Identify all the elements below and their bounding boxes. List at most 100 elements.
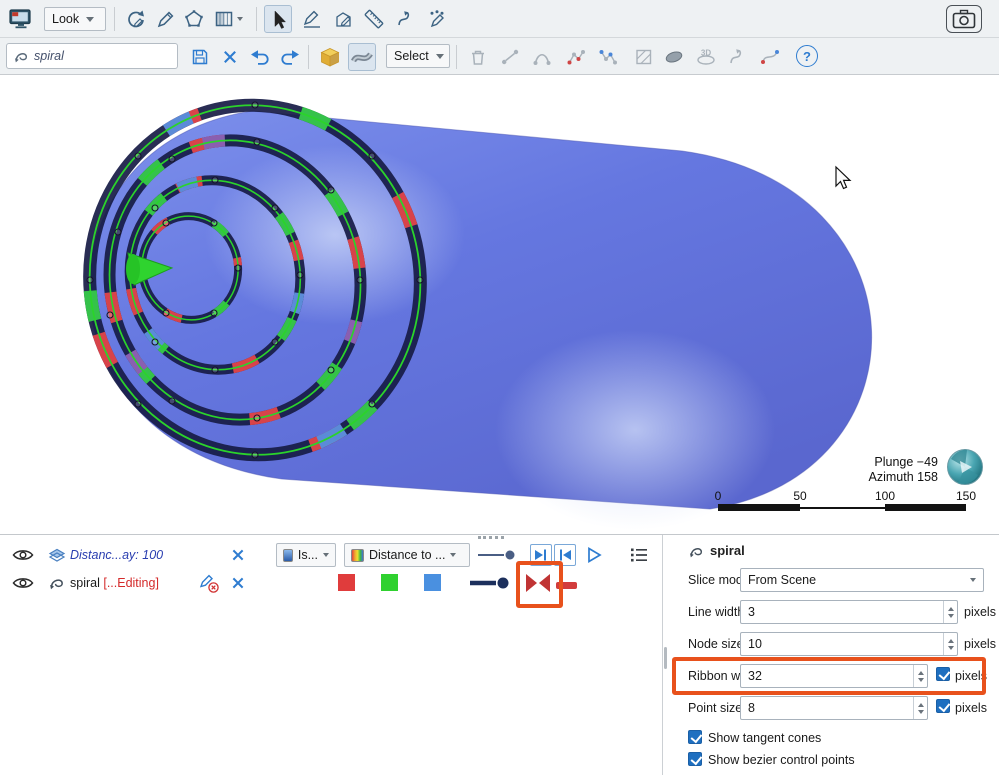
undo-arrow-icon <box>249 47 271 67</box>
pen-icon <box>156 9 176 29</box>
curve-tool-button[interactable] <box>392 5 420 33</box>
delete-node-button[interactable] <box>464 43 492 71</box>
play-animation-button[interactable] <box>584 545 604 565</box>
pen-polyline-icon <box>302 9 322 29</box>
line-dot-icon <box>476 545 518 565</box>
spinner-buttons[interactable] <box>943 633 957 655</box>
save-button[interactable] <box>186 43 214 71</box>
colour-option-dropdown[interactable]: Distance to ... <box>344 543 470 567</box>
chevron-down-icon <box>450 553 456 557</box>
ribbon-width-spinner[interactable]: 32 <box>740 664 928 688</box>
scene-window-icon[interactable] <box>8 6 34 32</box>
trash-icon <box>468 47 488 67</box>
splitter-grip[interactable] <box>664 647 667 669</box>
ruler-tool-button[interactable] <box>360 5 388 33</box>
visibility-eye-button[interactable] <box>10 572 36 594</box>
colour-swatch-blue[interactable] <box>424 574 441 591</box>
ribbon-width-value: 32 <box>741 665 913 687</box>
stop-editing-pen-button[interactable] <box>198 572 220 594</box>
disk-3d-tool-button[interactable]: 3D <box>692 43 720 71</box>
colour-swatch-red[interactable] <box>338 574 355 591</box>
curve-arrow-icon <box>728 47 748 67</box>
list-table-icon <box>628 545 650 565</box>
eye-icon <box>12 576 34 590</box>
plunge-label: Plunge −49 <box>790 455 938 470</box>
node-size-spinner[interactable]: 10 <box>740 632 958 656</box>
line-width-spinner[interactable]: 3 <box>740 600 958 624</box>
toolbar-separator <box>256 7 257 31</box>
line-style-button[interactable] <box>476 545 518 565</box>
spiral-type-icon <box>48 574 65 591</box>
pen-polygon-icon <box>334 9 354 29</box>
add-nodes-tool-button[interactable] <box>562 43 590 71</box>
remove-from-scene-button[interactable] <box>228 573 248 593</box>
colour-dropdown-value: Distance to ... <box>369 548 445 562</box>
look-dropdown[interactable]: Look <box>44 7 106 31</box>
spinner-buttons[interactable] <box>913 665 927 687</box>
chevron-down-icon <box>237 17 243 21</box>
orientation-ball[interactable] <box>948 450 983 485</box>
curve-points-tool-button[interactable] <box>756 43 784 71</box>
ribbon-mode-toggle-button[interactable] <box>348 43 376 71</box>
scene-list-row-distance[interactable]: Distanc...ay: 100 Is... Distance to ... <box>0 541 662 569</box>
move-nodes-tool-button[interactable] <box>594 43 622 71</box>
scale-tick-0: 0 <box>708 489 728 503</box>
draw-line-tool-button[interactable] <box>152 5 180 33</box>
spinner-buttons[interactable] <box>913 697 927 719</box>
scene-list-row-spiral[interactable]: spiral [...Editing] <box>0 569 662 597</box>
draw-polygon2-tool-button[interactable] <box>330 5 358 33</box>
draw-polygon-tool-button[interactable] <box>180 5 208 33</box>
toolbar-separator <box>114 7 115 31</box>
close-x-icon <box>221 48 239 66</box>
line-style-button[interactable] <box>468 573 512 593</box>
visibility-eye-button[interactable] <box>10 544 36 566</box>
flip-back-button[interactable] <box>554 544 576 566</box>
cube-icon <box>319 46 341 68</box>
undo-button[interactable] <box>246 43 274 71</box>
viewport-3d[interactable]: Plunge −49 Azimuth 158 0 50 100 150 <box>0 75 999 535</box>
slice-mode-dropdown[interactable]: From Scene <box>740 568 984 592</box>
disk-tool-button[interactable] <box>660 43 688 71</box>
close-x-icon <box>230 575 246 591</box>
select-tool-button[interactable] <box>264 5 292 33</box>
orbit-draw-tool-button[interactable] <box>122 5 150 33</box>
spinner-buttons[interactable] <box>943 601 957 623</box>
segment-tool-button[interactable] <box>496 43 524 71</box>
bottom-panel: Distanc...ay: 100 Is... Distance to ... <box>0 535 999 775</box>
polygon-icon <box>184 9 204 29</box>
colour-swatch-green[interactable] <box>381 574 398 591</box>
help-button[interactable]: ? <box>796 45 818 67</box>
show-bezier-points-checkbox[interactable] <box>688 752 702 766</box>
select-mode-dropdown[interactable]: Select <box>386 44 450 68</box>
remove-from-scene-button[interactable] <box>228 545 248 565</box>
object-name-input-wrap[interactable] <box>6 43 178 69</box>
slice-mode-tool-button[interactable] <box>208 5 248 33</box>
ribbon-pixels-checkbox[interactable] <box>936 667 950 681</box>
iso-value-dropdown[interactable]: Is... <box>276 543 336 567</box>
3d-box-mode-button[interactable] <box>316 43 344 71</box>
curve-direction-tool-button[interactable] <box>724 43 752 71</box>
table-view-button[interactable] <box>628 545 650 565</box>
hatch-region-tool-button[interactable] <box>630 43 658 71</box>
object-name-input[interactable] <box>34 49 164 63</box>
redo-button[interactable] <box>276 43 304 71</box>
cursor-arrow-icon <box>268 9 288 29</box>
flip-forward-button[interactable] <box>530 544 552 566</box>
discard-button[interactable] <box>216 43 244 71</box>
node-size-unit: pixels <box>964 637 996 651</box>
screenshot-camera-button[interactable] <box>946 5 982 33</box>
redo-arrow-icon <box>279 47 301 67</box>
draw-points-tool-button[interactable] <box>424 5 452 33</box>
ribbon-toggle-button[interactable] <box>524 572 552 594</box>
show-tangent-cones-checkbox[interactable] <box>688 730 702 744</box>
point-size-spinner[interactable]: 8 <box>740 696 928 720</box>
draw-polyline-tool-button[interactable] <box>298 5 326 33</box>
node-size-value: 10 <box>741 633 943 655</box>
arc-tool-button[interactable] <box>528 43 556 71</box>
point-size-unit: pixels <box>955 701 987 715</box>
show-bezier-points-label: Show bezier control points <box>708 753 855 767</box>
panel-drag-handle[interactable] <box>478 536 504 540</box>
scale-tick-50: 50 <box>785 489 815 503</box>
point-pixels-checkbox[interactable] <box>936 699 950 713</box>
azimuth-label: Azimuth 158 <box>790 470 938 485</box>
